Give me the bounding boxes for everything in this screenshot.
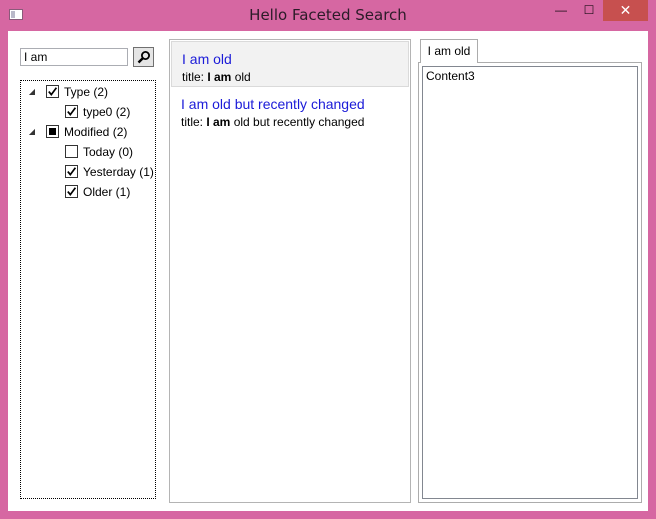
result-title-link[interactable]: I am old bbox=[182, 51, 232, 67]
snippet-prefix: title: bbox=[182, 70, 208, 84]
facet-today-label: Today (0) bbox=[83, 145, 134, 159]
results-list[interactable]: I am old title: I am old I am old but re… bbox=[169, 39, 411, 503]
snippet-suffix: old but recently changed bbox=[230, 115, 365, 129]
facet-modified-node[interactable]: ◢ Modified (2) bbox=[21, 124, 155, 140]
facet-yesterday-node[interactable]: Yesterday (1) bbox=[21, 164, 155, 180]
facet-yesterday-checkbox[interactable] bbox=[65, 165, 78, 178]
search-button[interactable] bbox=[133, 47, 154, 67]
snippet-prefix: title: bbox=[181, 115, 207, 129]
window-client-area: ◢ Type (2) type0 (2) ◢ Modified (2) Toda… bbox=[8, 31, 648, 511]
facet-type-label: Type (2) bbox=[64, 85, 109, 99]
close-button[interactable]: ✕ bbox=[603, 0, 648, 21]
indeterminate-icon bbox=[49, 128, 56, 135]
result-title-link[interactable]: I am old but recently changed bbox=[181, 96, 365, 112]
document-content-box[interactable]: Content3 bbox=[422, 66, 638, 499]
checkmark-icon bbox=[67, 167, 77, 176]
facet-yesterday-label: Yesterday (1) bbox=[83, 165, 154, 179]
minimize-button[interactable]: — bbox=[548, 0, 574, 21]
facet-type-node[interactable]: ◢ Type (2) bbox=[21, 84, 155, 100]
facet-tree[interactable]: ◢ Type (2) type0 (2) ◢ Modified (2) Toda… bbox=[20, 80, 156, 499]
facet-type0-checkbox[interactable] bbox=[65, 105, 78, 118]
snippet-suffix: old bbox=[231, 70, 251, 84]
facet-type0-node[interactable]: type0 (2) bbox=[21, 104, 155, 120]
document-content-text: Content3 bbox=[426, 69, 475, 83]
facet-modified-checkbox[interactable] bbox=[46, 125, 59, 138]
maximize-button[interactable]: ☐ bbox=[576, 0, 602, 21]
facet-older-node[interactable]: Older (1) bbox=[21, 184, 155, 200]
search-input[interactable] bbox=[20, 48, 128, 66]
facet-type-checkbox[interactable] bbox=[46, 85, 59, 98]
search-icon bbox=[137, 51, 150, 64]
tab-panel: Content3 bbox=[418, 62, 642, 503]
facet-type0-label: type0 (2) bbox=[83, 105, 131, 119]
facet-today-node[interactable]: Today (0) bbox=[21, 144, 155, 160]
checkmark-icon bbox=[67, 107, 77, 116]
facet-older-label: Older (1) bbox=[83, 185, 131, 199]
expander-expanded-icon[interactable]: ◢ bbox=[27, 124, 37, 140]
result-item[interactable]: I am old title: I am old bbox=[171, 41, 409, 87]
tab-document[interactable]: I am old bbox=[420, 39, 478, 63]
facet-today-checkbox[interactable] bbox=[65, 145, 78, 158]
title-bar[interactable]: Hello Faceted Search — ☐ ✕ bbox=[0, 0, 656, 31]
expander-expanded-icon[interactable]: ◢ bbox=[27, 84, 37, 100]
snippet-match: I am bbox=[206, 115, 231, 129]
facet-modified-label: Modified (2) bbox=[64, 125, 128, 139]
result-snippet: title: I am old but recently changed bbox=[181, 115, 364, 129]
result-snippet: title: I am old bbox=[182, 70, 251, 84]
result-item[interactable]: I am old but recently changed title: I a… bbox=[171, 87, 409, 133]
facet-older-checkbox[interactable] bbox=[65, 185, 78, 198]
checkmark-icon bbox=[67, 187, 77, 196]
snippet-match: I am bbox=[207, 70, 232, 84]
checkmark-icon bbox=[48, 87, 58, 96]
